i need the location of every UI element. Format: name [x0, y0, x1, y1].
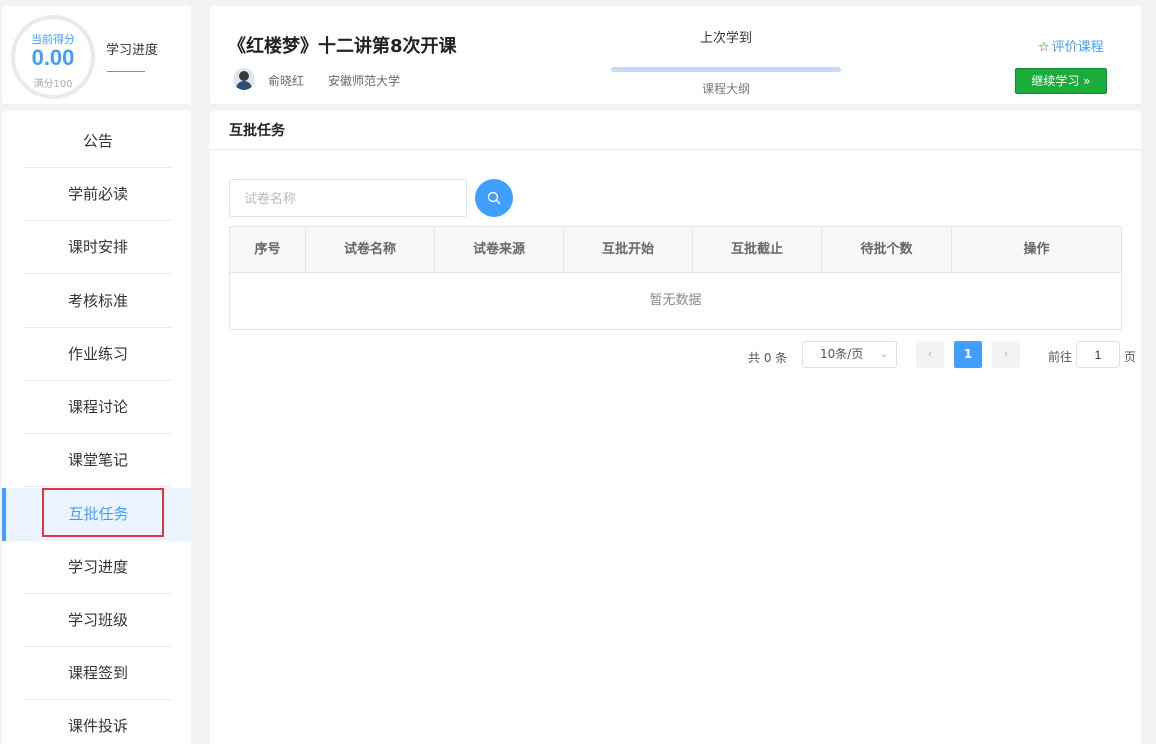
divider [210, 149, 1141, 150]
sidebar-item-label: 互批任务 [68, 505, 129, 523]
current-score-value: 0.00 [31, 45, 75, 70]
column-header-pending-count: 待批个数 [822, 227, 952, 272]
course-header: 《红楼梦》十二讲第8次开课 俞晓红 安徽师范大学 上次学到 课程大纲 ☆ 评价课程… [210, 6, 1141, 104]
page-size-select[interactable]: 10条/页 ⌄ [802, 341, 897, 368]
tab-underline [107, 71, 145, 72]
goto-page-input[interactable] [1076, 341, 1120, 368]
sidebar-item-peer-review[interactable]: 互批任务 [2, 488, 191, 541]
sidebar-item-pre-reading[interactable]: 学前必读 [24, 168, 172, 221]
chevron-down-icon: ⌄ [879, 349, 888, 360]
teacher-name: 俞晓红 [268, 74, 305, 88]
page-size-value: 10条/页 [820, 347, 864, 361]
sidebar-item-schedule[interactable]: 课时安排 [24, 221, 172, 274]
rate-course-link[interactable]: ☆ 评价课程 [1038, 36, 1104, 55]
sidebar-item-announcement[interactable]: 公告 [24, 115, 172, 168]
page-suffix-label: 页 [1124, 350, 1137, 364]
course-title: 《红楼梦》十二讲第8次开课 [228, 36, 457, 57]
score-card: 当前得分 0.00 满分100 学习进度 [2, 6, 191, 104]
peer-review-table: 序号 试卷名称 试卷来源 互批开始 互批截止 待批个数 操作 暂无数据 [229, 226, 1122, 330]
column-header-paper-source: 试卷来源 [435, 227, 564, 272]
pagination-total: 共 0 条 [748, 351, 788, 365]
continue-learning-button[interactable]: 继续学习 » [1015, 68, 1107, 94]
sidebar-item-assessment[interactable]: 考核标准 [24, 275, 172, 328]
column-header-index: 序号 [230, 227, 306, 272]
avatar [233, 68, 255, 90]
star-icon: ☆ [1038, 40, 1050, 55]
last-learned-label: 上次学到 [700, 31, 753, 46]
empty-state: 暂无数据 [649, 293, 702, 308]
column-header-actions: 操作 [1023, 242, 1050, 257]
search-icon [487, 191, 501, 205]
sidebar-item-notes[interactable]: 课堂笔记 [24, 434, 172, 487]
page-title: 互批任务 [229, 123, 285, 139]
column-header-paper-name: 试卷名称 [306, 227, 435, 272]
prev-page-button[interactable]: ‹ [916, 341, 944, 368]
next-page-button[interactable]: › [992, 341, 1020, 368]
sidebar-item-class[interactable]: 学习班级 [24, 594, 172, 647]
search-button[interactable] [475, 179, 513, 217]
table-header: 序号 试卷名称 试卷来源 互批开始 互批截止 待批个数 操作 [230, 227, 1121, 273]
sidebar: 公告 学前必读 课时安排 考核标准 作业练习 课程讨论 课堂笔记 互批任务 学习… [2, 111, 191, 744]
search-input[interactable] [229, 179, 467, 217]
learning-progress-tab[interactable]: 学习进度 [106, 39, 158, 58]
progress-bar [611, 67, 841, 72]
column-header-review-start: 互批开始 [564, 227, 693, 272]
sidebar-item-sign-in[interactable]: 课程签到 [24, 647, 172, 700]
course-outline-link[interactable]: 课程大纲 [702, 80, 750, 97]
sidebar-item-discussion[interactable]: 课程讨论 [24, 381, 172, 434]
sidebar-item-progress[interactable]: 学习进度 [24, 541, 172, 594]
sidebar-item-homework[interactable]: 作业练习 [24, 328, 172, 381]
goto-label: 前往 [1048, 350, 1073, 364]
column-header-review-deadline: 互批截止 [693, 227, 822, 272]
score-ring: 当前得分 0.00 满分100 [11, 15, 95, 99]
school-name: 安徽师范大学 [328, 74, 401, 88]
rate-course-label: 评价课程 [1051, 40, 1104, 55]
full-score-label: 满分100 [33, 79, 73, 90]
main-panel: 互批任务 序号 试卷名称 试卷来源 互批开始 互批截止 待批个数 操作 暂无数据… [210, 111, 1141, 744]
page-number-current[interactable]: 1 [954, 341, 982, 368]
sidebar-item-complaint[interactable]: 课件投诉 [24, 700, 172, 744]
